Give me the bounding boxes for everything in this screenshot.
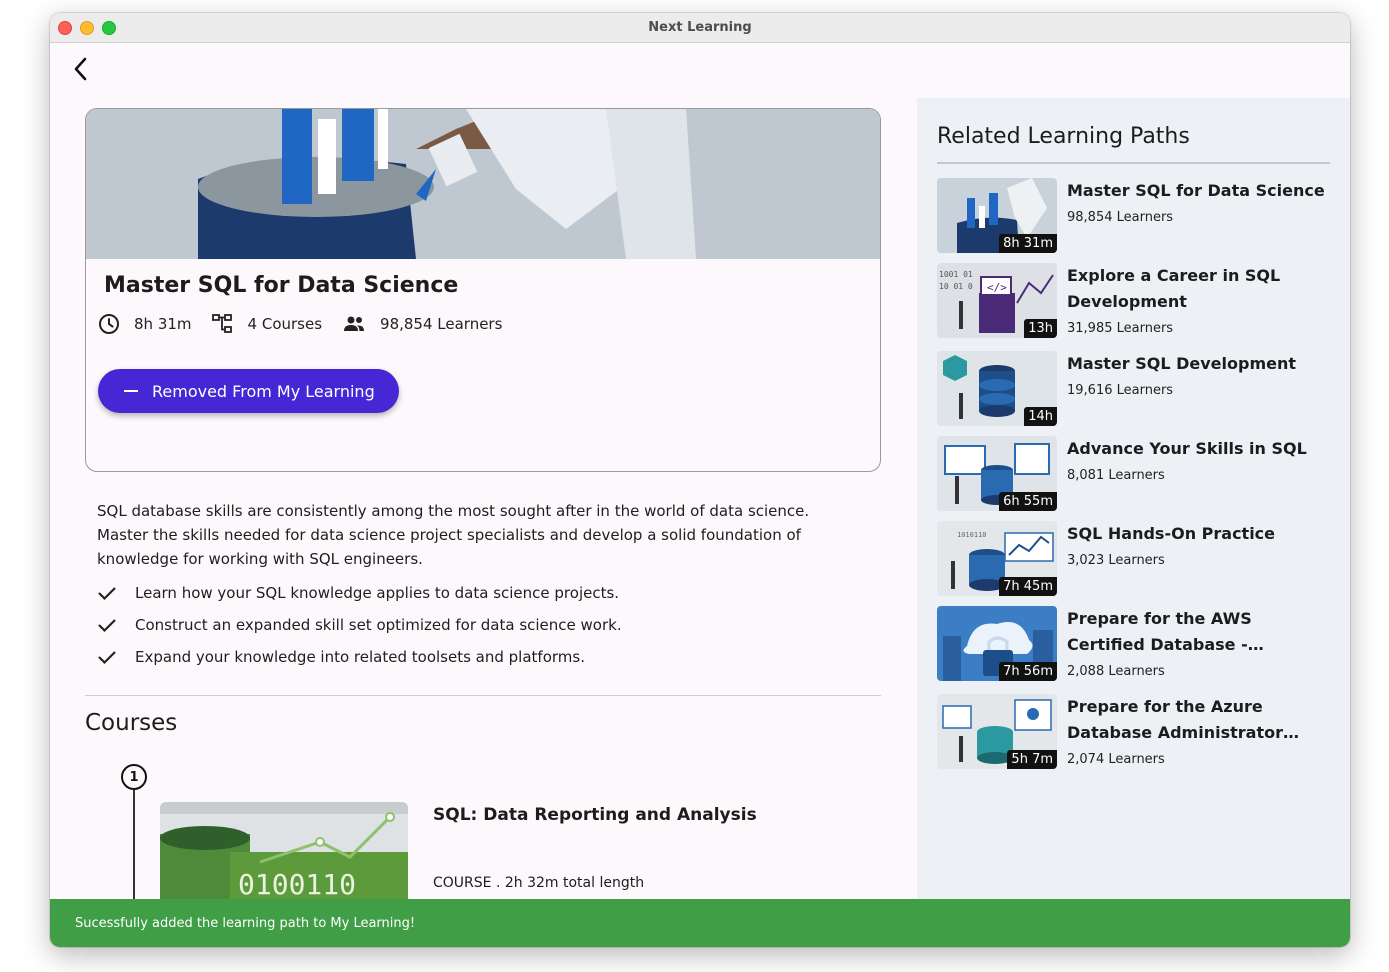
path-meta: 8h 31m 4 Courses 98,854 Learners — [98, 313, 522, 335]
learners-count-text: 98,854 Learners — [380, 315, 503, 333]
path-cover-image — [86, 109, 880, 259]
related-path-thumbnail: 1001 01 10 01 0 </> 13h — [937, 263, 1057, 338]
course-title[interactable]: SQL: Data Reporting and Analysis — [433, 805, 757, 825]
learning-objectives-list: Learn how your SQL knowledge applies to … — [97, 577, 857, 673]
courses-heading: Courses — [85, 710, 178, 736]
courses-count-text: 4 Courses — [247, 315, 323, 333]
duration-badge: 14h — [1024, 407, 1057, 426]
related-path-title: Master SQL Development — [1067, 354, 1296, 373]
related-path-title: Prepare for the AWS Certified Database -… — [1067, 609, 1252, 654]
related-path-learners: 8,081 Learners — [1067, 468, 1165, 483]
app-window: Next Learning Master SQL for Data Scienc… — [50, 13, 1350, 947]
path-description: SQL database skills are consistently amo… — [97, 502, 810, 568]
duration-badge: 13h — [1024, 319, 1057, 338]
objective-item: Construct an expanded skill set optimize… — [97, 609, 857, 641]
svg-text:10 01 0: 10 01 0 — [939, 282, 973, 291]
check-icon — [98, 651, 116, 665]
related-path-item[interactable]: 7h 56m Prepare for the AWS Certified Dat… — [937, 606, 1337, 686]
duration-badge: 6h 55m — [999, 492, 1057, 511]
svg-text:</>: </> — [987, 281, 1007, 294]
check-icon — [98, 619, 116, 633]
success-toast: Sucessfully added the learning path to M… — [50, 899, 1350, 947]
related-path-item[interactable]: 1001 01 10 01 0 </> 13h Explore a Career i… — [937, 263, 1337, 343]
learning-path-card: Master SQL for Data Science 8h 31m 4 Cou… — [85, 108, 881, 472]
path-title: Master SQL for Data Science — [104, 273, 459, 298]
svg-text:1010110: 1010110 — [957, 531, 987, 539]
related-paths-heading: Related Learning Paths — [937, 124, 1190, 149]
objective-text: Construct an expanded skill set optimize… — [135, 616, 622, 634]
window-controls — [58, 21, 116, 35]
related-path-title: Prepare for the Azure Database Administr… — [1067, 697, 1283, 742]
svg-text:0100110: 0100110 — [238, 868, 356, 901]
related-path-title: SQL Hands-On Practice — [1067, 524, 1276, 543]
objective-item: Learn how your SQL knowledge applies to … — [97, 577, 857, 609]
courses-meta: 4 Courses — [211, 313, 323, 335]
related-paths-sidebar: Related Learning Paths 8h 31m Master SQL… — [917, 98, 1350, 947]
related-path-learners: 2,088 Learners — [1067, 664, 1165, 679]
related-path-learners: 31,985 Learners — [1067, 321, 1174, 336]
svg-text:1001 01: 1001 01 — [939, 270, 973, 279]
related-path-thumbnail: 14h — [937, 351, 1057, 426]
related-path-item[interactable]: 1010110 7h 45m SQL Hands-On Practice 3,0… — [937, 521, 1337, 601]
people-icon — [344, 316, 365, 331]
toast-message: Sucessfully added the learning path to M… — [75, 915, 416, 931]
related-path-thumbnail: 6h 55m — [937, 436, 1057, 511]
related-path-item[interactable]: 8h 31m Master SQL for Data Science 98,85… — [937, 178, 1337, 258]
objective-item: Expand your knowledge into related tools… — [97, 641, 857, 673]
related-path-item[interactable]: 5h 7m Prepare for the Azure Database Adm… — [937, 694, 1337, 774]
section-divider — [85, 695, 881, 696]
title-bar: Next Learning — [50, 13, 1350, 43]
related-path-thumbnail: 1010110 7h 45m — [937, 521, 1057, 596]
clock-icon — [99, 314, 119, 334]
remove-button-label: Removed From My Learning — [152, 381, 375, 401]
related-path-thumbnail: 8h 31m — [937, 178, 1057, 253]
related-path-learners: 98,854 Learners — [1067, 210, 1174, 225]
duration-badge: 7h 56m — [999, 662, 1057, 681]
minus-icon — [124, 390, 138, 392]
back-button[interactable] — [66, 55, 94, 83]
related-path-thumbnail: 5h 7m — [937, 694, 1057, 769]
close-window-button[interactable] — [58, 21, 72, 35]
related-path-learners: 19,616 Learners — [1067, 383, 1174, 398]
duration-badge: 5h 7m — [1007, 750, 1057, 769]
related-path-learners: 2,074 Learners — [1067, 752, 1165, 767]
chevron-left-icon — [74, 57, 87, 81]
window-title: Next Learning — [648, 20, 752, 35]
hierarchy-icon — [211, 314, 232, 333]
duration-badge: 8h 31m — [999, 234, 1057, 253]
sidebar-divider — [937, 162, 1330, 164]
objective-text: Expand your knowledge into related tools… — [135, 648, 585, 666]
objective-text: Learn how your SQL knowledge applies to … — [135, 584, 620, 602]
related-path-thumbnail: 7h 56m — [937, 606, 1057, 681]
related-path-item[interactable]: 6h 55m Advance Your Skills in SQL 8,081 … — [937, 436, 1337, 516]
related-path-title: Master SQL for Data Science — [1067, 181, 1325, 200]
related-path-item[interactable]: 14h Master SQL Development 19,616 Learne… — [937, 351, 1337, 431]
course-step-number: 1 — [121, 764, 147, 790]
related-path-title: Explore a Career in SQL Development — [1067, 266, 1281, 311]
course-thumbnail[interactable]: 0100110 — [160, 802, 408, 902]
course-meta: COURSE . 2h 32m total length — [433, 875, 645, 891]
duration-meta: 8h 31m — [98, 313, 192, 335]
duration-badge: 7h 45m — [999, 577, 1057, 596]
duration-text: 8h 31m — [134, 315, 192, 333]
minimize-window-button[interactable] — [80, 21, 94, 35]
related-path-title: Advance Your Skills in SQL — [1067, 439, 1307, 458]
check-icon — [98, 587, 116, 601]
remove-from-my-learning-button[interactable]: Removed From My Learning — [98, 369, 399, 413]
maximize-window-button[interactable] — [102, 21, 116, 35]
learners-meta: 98,854 Learners — [342, 313, 502, 335]
related-path-learners: 3,023 Learners — [1067, 553, 1165, 568]
